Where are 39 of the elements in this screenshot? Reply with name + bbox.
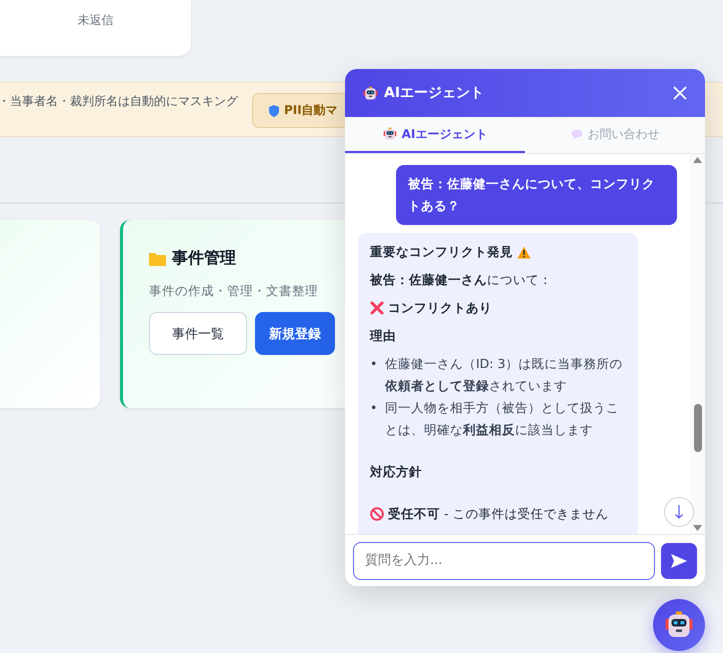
verdict-text: 受任不可 - この事件は受任できません: [388, 505, 608, 523]
bullet-marker: •: [370, 399, 376, 417]
notice-text: ・当事者名・裁判所名は自動的にマスキング: [0, 93, 238, 110]
bullet-item: 同一人物を相手方（被告）として扱うことは、明確な利益相反に該当します: [385, 399, 620, 439]
cross-icon: [370, 301, 384, 315]
conflict-status: コンフリクトあり: [388, 299, 492, 317]
robot-icon: [363, 86, 378, 100]
scroll-down-icon[interactable]: [693, 525, 702, 531]
register-button[interactable]: 新規登録: [255, 312, 335, 355]
speech-bubble-icon: [570, 129, 582, 139]
arrow-down-icon: [674, 504, 684, 520]
bullet-item: 佐藤健一さん（ID: 3）は既に当事務所の依頼者として登録されています: [385, 355, 624, 395]
user-message: 被告：佐藤健一さんについて、コンフリクトある？: [396, 165, 677, 225]
question-input-field[interactable]: 質問を入力...: [353, 542, 655, 580]
send-button[interactable]: [661, 542, 697, 578]
card-description: 事件の作成・管理・文書整理: [149, 283, 319, 300]
folder-icon: [149, 252, 166, 266]
section-heading: 対応方針: [370, 463, 422, 481]
close-button[interactable]: [671, 84, 689, 102]
chat-title: AIエージェント: [384, 84, 486, 102]
message-text: 被告：佐藤健一さんについて：: [370, 271, 552, 289]
section-heading: 理由: [370, 327, 396, 345]
status-text: 未返信: [78, 12, 114, 28]
shield-icon: [269, 104, 279, 116]
robot-icon: [382, 127, 397, 141]
warning-icon: [517, 246, 531, 258]
prohibited-icon: [370, 507, 384, 521]
scrollbar-thumb[interactable]: [694, 404, 702, 452]
scroll-down-button[interactable]: [664, 497, 694, 527]
card-title: 事件管理: [172, 248, 236, 269]
assistant-button[interactable]: [653, 599, 705, 651]
send-icon: [671, 554, 687, 568]
scroll-up-icon[interactable]: [693, 157, 702, 163]
list-button[interactable]: 事件一覧: [149, 312, 247, 355]
scrollbar[interactable]: [690, 154, 705, 534]
message-heading: 重要なコンフリクト発見: [370, 243, 513, 261]
chat-tab[interactable]: AIエージェント: [345, 117, 525, 153]
bullet-marker: •: [370, 355, 376, 373]
robot-icon: [664, 610, 694, 640]
